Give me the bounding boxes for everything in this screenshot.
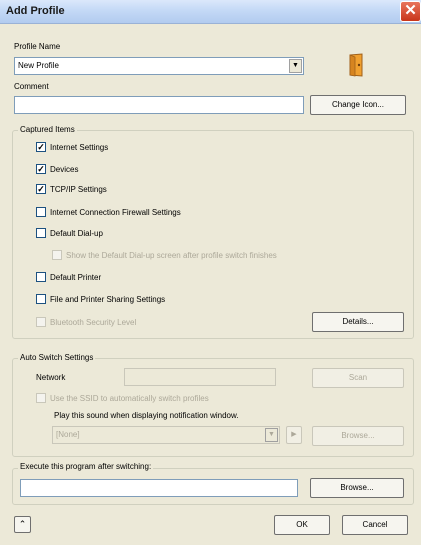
devices-checkbox[interactable]: ✓: [36, 164, 46, 174]
close-icon[interactable]: ✕: [400, 1, 421, 22]
ok-button[interactable]: OK: [274, 515, 330, 535]
network-field[interactable]: [124, 368, 276, 386]
tcpip-settings-checkbox[interactable]: ✓: [36, 184, 46, 194]
sound-value: [None]: [56, 430, 80, 439]
default-printer-checkbox[interactable]: [36, 272, 46, 282]
file-printer-sharing-checkbox[interactable]: [36, 294, 46, 304]
bluetooth-security-checkbox[interactable]: [36, 317, 46, 327]
add-profile-dialog: Add Profile ✕ Profile Name New Profile ▼…: [0, 0, 421, 545]
execute-program-heading: Execute this program after switching:: [18, 462, 154, 471]
comment-label: Comment: [14, 82, 49, 91]
captured-items-heading: Captured Items: [18, 125, 77, 134]
tcpip-settings-label: TCP/IP Settings: [50, 185, 107, 194]
window-title: Add Profile: [6, 5, 65, 17]
use-ssid-checkbox[interactable]: [36, 393, 46, 403]
profile-name-value: New Profile: [18, 61, 59, 70]
show-dialup-screen-label: Show the Default Dial-up screen after pr…: [66, 251, 277, 260]
comment-field[interactable]: [14, 96, 304, 114]
chevron-down-icon[interactable]: ▼: [289, 59, 302, 73]
use-ssid-label: Use the SSID to automatically switch pro…: [50, 394, 209, 403]
default-dialup-checkbox[interactable]: [36, 228, 46, 238]
title-bar[interactable]: Add Profile ✕: [0, 0, 421, 24]
details-button[interactable]: Details...: [312, 312, 404, 332]
door-icon: [347, 53, 365, 77]
play-sound-button[interactable]: ▶: [286, 426, 302, 444]
play-icon: ▶: [291, 431, 297, 438]
show-dialup-screen-checkbox[interactable]: [52, 250, 62, 260]
program-browse-button[interactable]: Browse...: [310, 478, 404, 498]
sound-browse-button[interactable]: Browse...: [312, 426, 404, 446]
program-path-field[interactable]: [20, 479, 298, 497]
sound-label: Play this sound when displaying notifica…: [54, 411, 239, 420]
firewall-settings-checkbox[interactable]: [36, 207, 46, 217]
sound-select[interactable]: [None] ▼: [52, 426, 280, 444]
internet-settings-label: Internet Settings: [50, 143, 109, 152]
network-label: Network: [36, 373, 66, 382]
auto-switch-heading: Auto Switch Settings: [18, 353, 96, 362]
chevron-down-icon[interactable]: ▼: [265, 428, 278, 442]
profile-name-field[interactable]: New Profile ▼: [14, 57, 304, 75]
firewall-settings-label: Internet Connection Firewall Settings: [50, 208, 181, 217]
collapse-button[interactable]: ⌃: [14, 516, 31, 533]
collapse-icon: ⌃: [18, 519, 27, 529]
bluetooth-security-label: Bluetooth Security Level: [50, 318, 137, 327]
internet-settings-checkbox[interactable]: ✓: [36, 142, 46, 152]
default-printer-label: Default Printer: [50, 273, 102, 282]
scan-button[interactable]: Scan: [312, 368, 404, 388]
cancel-button[interactable]: Cancel: [342, 515, 408, 535]
default-dialup-label: Default Dial-up: [50, 229, 103, 238]
profile-name-label: Profile Name: [14, 42, 61, 51]
change-icon-button[interactable]: Change Icon...: [310, 95, 406, 115]
devices-label: Devices: [50, 165, 79, 174]
file-printer-sharing-label: File and Printer Sharing Settings: [50, 295, 166, 304]
